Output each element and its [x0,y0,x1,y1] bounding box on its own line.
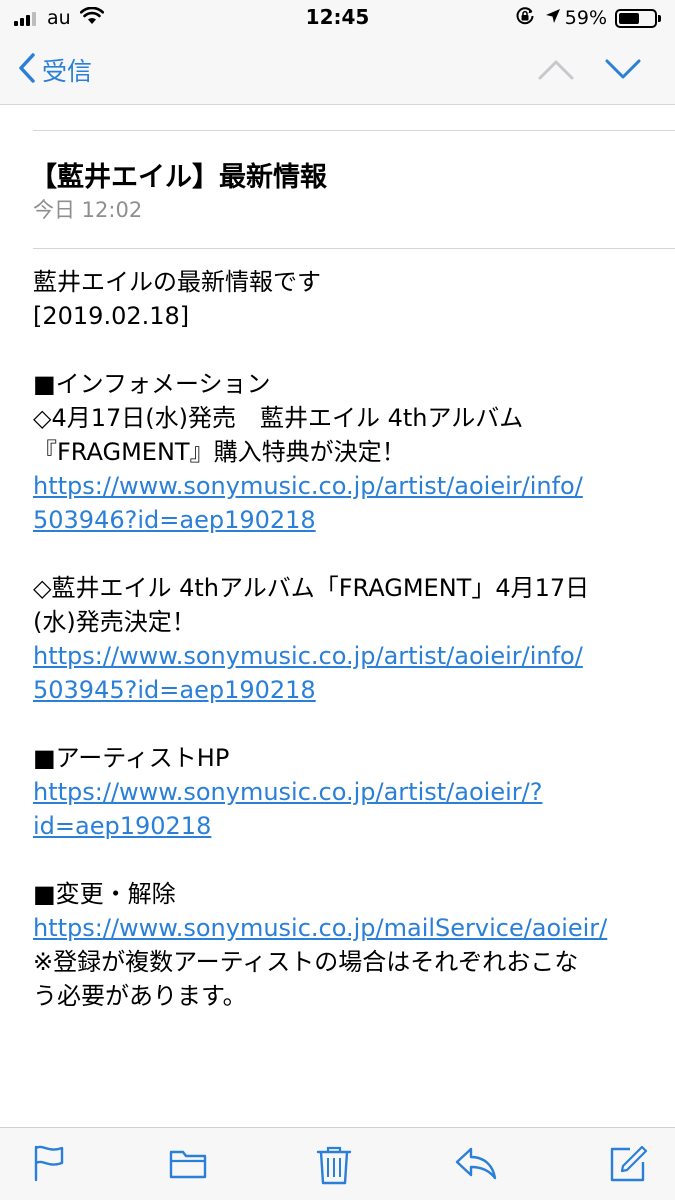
flag-button[interactable] [32,1144,66,1186]
header-bottom-divider [33,248,675,249]
mail-subject: 【藍井エイル】最新情報 [30,162,327,193]
body-link[interactable]: https://www.sonymusic.co.jp/artist/aoiei… [33,642,583,670]
body-line: ■アーティストHP [33,744,230,772]
move-to-folder-button[interactable] [168,1144,208,1186]
body-line: ◇4月17日(水)発売 藍井エイル 4thアルバム [33,404,524,432]
body-line: [2019.02.18] [33,302,190,330]
back-button[interactable]: 受信 [18,50,92,90]
body-line: 藍井エイルの最新情報です [33,268,321,296]
battery-cap [658,14,661,22]
trash-button[interactable] [316,1144,352,1190]
previous-message-button[interactable] [537,54,575,88]
body-link[interactable]: 503945?id=aep190218 [33,676,316,704]
next-message-button[interactable] [604,54,642,88]
header-top-divider [33,130,675,131]
battery-fill [619,12,639,24]
battery-icon [615,8,657,28]
orientation-lock-icon [515,6,535,30]
message-view[interactable]: 【藍井エイル】最新情報 今日 12:02 藍井エイルの最新情報です [2019.… [0,105,675,1127]
mail-body: 藍井エイルの最新情報です [2019.02.18] ■インフォメーション ◇4月… [33,265,653,1013]
mail-screen: au 12:45 59% 受信 【藍井エイル】最新情報 今日 12:02 藍井エ… [0,0,675,1200]
chevron-down-icon [604,59,642,88]
navigation-bar: 受信 [0,36,675,105]
flag-icon [32,1145,66,1186]
location-arrow-icon [545,8,561,28]
trash-icon [316,1146,352,1190]
chevron-left-icon [18,52,36,88]
reply-icon [454,1147,498,1186]
body-line: う必要があります。 [33,982,247,1010]
body-link[interactable]: https://www.sonymusic.co.jp/artist/aoiei… [33,778,542,806]
folder-icon [168,1150,208,1186]
body-line: ※登録が複数アーティストの場合はそれぞれおこな [33,948,579,976]
body-link[interactable]: https://www.sonymusic.co.jp/artist/aoiei… [33,472,583,500]
bottom-toolbar [0,1127,675,1200]
body-line: ◇藍井エイル 4thアルバム「FRAGMENT」4月17日 [33,574,590,602]
body-line: (水)発売決定！ [33,608,196,636]
body-link[interactable]: 503946?id=aep190218 [33,506,316,534]
compose-icon [608,1145,648,1188]
body-line: ■インフォメーション [33,370,271,398]
body-line: 『FRAGMENT』購入特典が決定！ [33,438,406,466]
battery-percentage: 59% [564,7,607,29]
back-label: 受信 [42,57,93,86]
body-link[interactable]: https://www.sonymusic.co.jp/mailService/… [33,914,607,942]
reply-button[interactable] [454,1144,498,1186]
status-bar: au 12:45 59% [0,0,675,36]
body-link[interactable]: id=aep190218 [33,812,211,840]
compose-button[interactable] [608,1144,648,1188]
status-right: 59% [515,6,661,30]
chevron-up-icon [537,60,575,88]
body-line: ■変更・解除 [33,880,176,908]
mail-date: 今日 12:02 [33,198,143,222]
